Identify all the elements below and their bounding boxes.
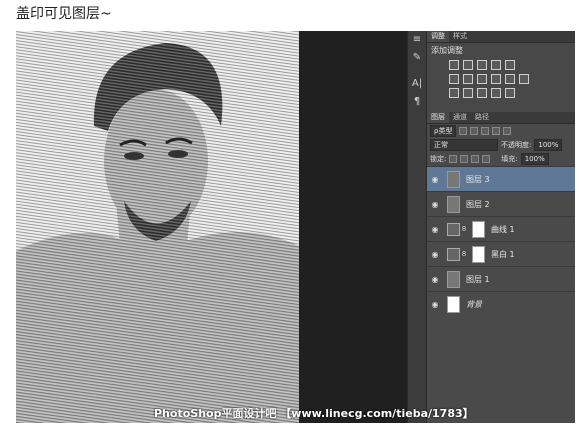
- photo-filter-icon[interactable]: [491, 74, 501, 84]
- lock-pixels-icon[interactable]: [460, 155, 469, 163]
- brush-icon[interactable]: ✎: [408, 49, 426, 67]
- lock-all-icon[interactable]: [482, 155, 491, 163]
- lock-transparency-icon[interactable]: [449, 155, 458, 163]
- canvas-background: [299, 31, 407, 423]
- channel-mixer-icon[interactable]: [505, 74, 515, 84]
- vibrance-icon[interactable]: [505, 60, 515, 70]
- selective-color-icon[interactable]: [505, 88, 515, 98]
- layer-name: 背景: [466, 299, 482, 309]
- layer-row-curves[interactable]: ◉ 8 曲线 1: [427, 216, 575, 241]
- caption: 盖印可见图层~: [16, 6, 112, 22]
- layer-mask-thumbnail: [472, 220, 485, 238]
- add-adjustment-title: 添加调整: [431, 46, 463, 55]
- filter-smart-icon[interactable]: [503, 127, 512, 135]
- layers-tabs: 图层 通道 路径: [427, 112, 575, 124]
- levels-icon[interactable]: [463, 60, 473, 70]
- tab-paths[interactable]: 路径: [471, 112, 493, 123]
- filter-row: ρ类型: [427, 124, 575, 138]
- paragraph-icon[interactable]: ¶: [408, 93, 426, 111]
- opacity-label: 不透明度:: [501, 141, 532, 149]
- layer-thumbnail: [447, 295, 460, 313]
- curves-icon[interactable]: [477, 60, 487, 70]
- tab-styles[interactable]: 样式: [449, 31, 471, 42]
- options-icon[interactable]: ≡: [408, 31, 426, 49]
- adjustment-icons-row-1: [427, 58, 575, 72]
- text-tool-icon[interactable]: A|: [408, 75, 426, 93]
- threshold-icon[interactable]: [477, 88, 487, 98]
- layer-name: 图层 2: [466, 199, 490, 209]
- black-white-adjustment-icon: [447, 247, 460, 261]
- black-white-icon[interactable]: [477, 74, 487, 84]
- fill-label: 填充:: [501, 155, 518, 163]
- right-panels: 调整 样式 添加调整 图层 通道 路径 ρ类型 正常 不透明度: 100% 锁定…: [427, 31, 575, 423]
- photoshop-screenshot: ≡ ✎ A| ¶ 调整 样式 添加调整 图层 通道 路径 ρ类型 正常 不透明度…: [16, 31, 575, 423]
- color-balance-icon[interactable]: [463, 74, 473, 84]
- visibility-eye-icon[interactable]: ◉: [427, 225, 443, 234]
- fill-input[interactable]: 100%: [520, 153, 549, 165]
- layer-row-2[interactable]: ◉ 图层 2: [427, 191, 575, 216]
- layer-name: 图层 1: [466, 274, 490, 284]
- link-icon: 8: [461, 225, 467, 233]
- layer-thumbnail: [447, 270, 460, 288]
- canvas-photo: [16, 31, 299, 423]
- layer-thumbnail: [447, 195, 460, 213]
- line-art-portrait: [16, 31, 299, 423]
- tool-strip: ≡ ✎ A| ¶: [407, 31, 427, 423]
- layer-row-1[interactable]: ◉ 图层 1: [427, 266, 575, 291]
- filter-select[interactable]: ρ类型: [430, 125, 457, 137]
- exposure-icon[interactable]: [491, 60, 501, 70]
- curves-adjustment-icon: [447, 222, 460, 236]
- tab-adjustments[interactable]: 调整: [427, 31, 449, 42]
- layer-name: 图层 3: [466, 174, 490, 184]
- adjustment-icons-row-2: [427, 72, 575, 86]
- lock-row: 锁定: 填充: 100%: [427, 152, 575, 166]
- layers-panel: 图层 通道 路径 ρ类型 正常 不透明度: 100% 锁定: 填充: 100% …: [427, 112, 575, 423]
- visibility-eye-icon[interactable]: ◉: [427, 275, 443, 284]
- watermark: PhotoShop平面设计吧 【www.linecg.com/tieba/178…: [154, 407, 474, 420]
- adjustment-icons-row-3: [427, 86, 575, 100]
- visibility-eye-icon[interactable]: ◉: [427, 175, 443, 184]
- visibility-eye-icon[interactable]: ◉: [427, 200, 443, 209]
- layer-name: 曲线 1: [491, 224, 515, 234]
- visibility-eye-icon[interactable]: ◉: [427, 250, 443, 259]
- filter-adjustment-icon[interactable]: [470, 127, 479, 135]
- filter-pixel-icon[interactable]: [459, 127, 468, 135]
- filter-text-icon[interactable]: [481, 127, 490, 135]
- filter-shape-icon[interactable]: [492, 127, 501, 135]
- blend-mode-select[interactable]: 正常: [430, 139, 498, 151]
- brightness-icon[interactable]: [449, 60, 459, 70]
- blend-row: 正常 不透明度: 100%: [427, 138, 575, 152]
- tab-layers[interactable]: 图层: [427, 112, 449, 123]
- hue-saturation-icon[interactable]: [449, 74, 459, 84]
- lock-label: 锁定:: [430, 155, 447, 163]
- layer-name: 黑白 1: [491, 249, 515, 259]
- invert-icon[interactable]: [449, 88, 459, 98]
- layer-row-black-white[interactable]: ◉ 8 黑白 1: [427, 241, 575, 266]
- posterize-icon[interactable]: [463, 88, 473, 98]
- lock-position-icon[interactable]: [471, 155, 480, 163]
- color-lookup-icon[interactable]: [519, 74, 529, 84]
- layer-row-3[interactable]: ◉ 图层 3: [427, 166, 575, 191]
- layer-row-background[interactable]: ◉ 背景: [427, 291, 575, 316]
- layer-thumbnail: [447, 170, 460, 188]
- opacity-input[interactable]: 100%: [534, 139, 563, 151]
- tab-channels[interactable]: 通道: [449, 112, 471, 123]
- link-icon: 8: [461, 250, 467, 258]
- visibility-eye-icon[interactable]: ◉: [427, 300, 443, 309]
- gradient-map-icon[interactable]: [491, 88, 501, 98]
- layer-mask-thumbnail: [472, 245, 485, 263]
- adjustments-tabs: 调整 样式: [427, 31, 575, 43]
